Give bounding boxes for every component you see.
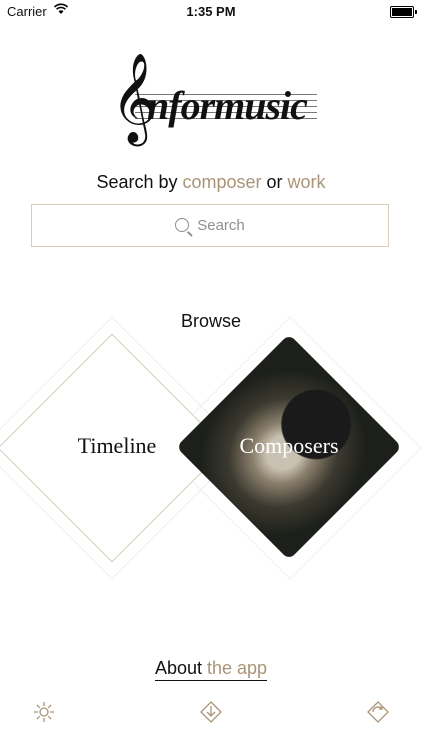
timeline-label: Timeline <box>77 433 157 458</box>
rotate-icon[interactable] <box>366 700 390 724</box>
app-logo: 𝄞 nformusic <box>105 58 317 146</box>
search-icon <box>175 218 190 232</box>
battery-icon <box>390 6 417 18</box>
logo-wordmark: nformusic <box>147 83 308 128</box>
search-field[interactable]: Search <box>31 204 389 247</box>
about-link[interactable]: About the app <box>0 658 422 681</box>
clock: 1:35 PM <box>186 4 236 19</box>
work-link: work <box>287 172 326 192</box>
search-prompt: Search by composer or work <box>96 172 326 192</box>
settings-icon[interactable] <box>32 700 56 724</box>
composer-link: composer <box>182 172 262 192</box>
download-icon[interactable] <box>199 700 223 724</box>
browse-title: Browse <box>180 311 242 331</box>
search-placeholder: Search <box>197 217 245 234</box>
status-bar: Carrier 1:35 PM <box>0 0 422 24</box>
composers-label: Composers <box>239 433 339 458</box>
